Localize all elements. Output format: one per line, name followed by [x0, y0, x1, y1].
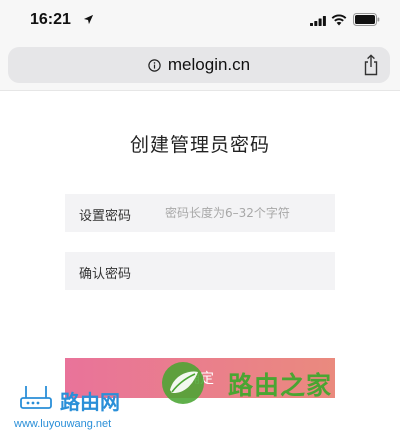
url-text[interactable]: melogin.cn — [168, 55, 250, 75]
set-password-input[interactable] — [165, 194, 327, 232]
battery-icon — [353, 13, 380, 26]
watermark-right-text: 路由之家 — [228, 371, 333, 400]
wifi-icon — [331, 14, 347, 26]
browser-chrome: 16:21 melogin.cn — [0, 0, 400, 91]
confirm-password-label: 确认密码 — [79, 267, 132, 282]
leaf-logo-icon — [162, 362, 204, 404]
watermark-luyouzhijia: 路由之家 — [160, 358, 360, 408]
confirm-password-input[interactable] — [165, 252, 327, 290]
page-title: 创建管理员密码 — [129, 134, 270, 156]
confirm-password-field[interactable]: 确认密码 — [65, 252, 335, 290]
status-bar: 16:21 — [0, 0, 400, 40]
info-icon[interactable] — [148, 58, 161, 72]
location-arrow-icon — [83, 14, 94, 25]
watermark-luyouwang: 路由网 www.luyouwang.net — [14, 380, 154, 438]
router-icon — [20, 386, 52, 409]
watermark-left-text: 路由网 — [60, 390, 120, 414]
set-password-field[interactable]: 设置密码 — [65, 194, 335, 232]
share-icon[interactable] — [362, 54, 380, 76]
watermark-left-url: www.luyouwang.net — [14, 418, 112, 430]
set-password-label: 设置密码 — [79, 209, 132, 224]
signal-icon — [310, 16, 326, 26]
status-time: 16:21 — [30, 11, 71, 28]
address-bar[interactable]: melogin.cn — [8, 47, 390, 83]
